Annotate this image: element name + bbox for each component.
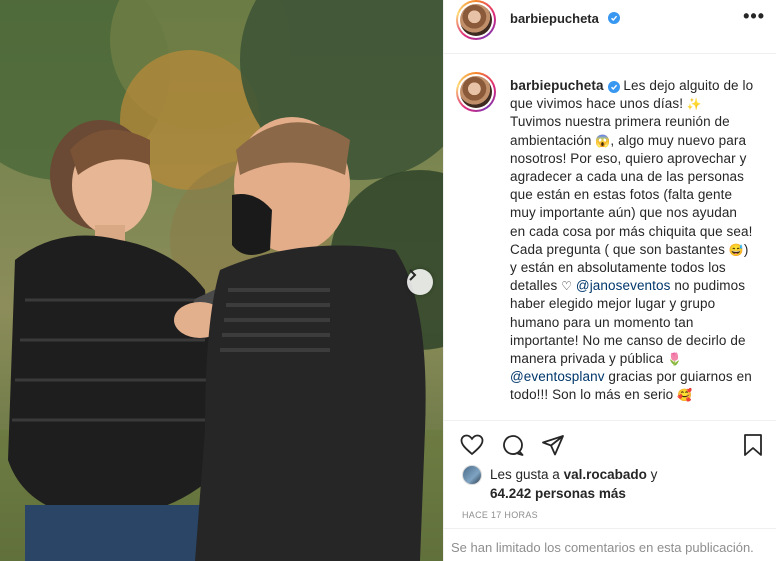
header-username[interactable]: barbiepucheta [510, 11, 599, 26]
likes-count[interactable]: 64.242 personas más [490, 486, 626, 501]
like-button[interactable] [458, 431, 486, 459]
more-options-icon[interactable]: ••• [743, 6, 765, 27]
avatar-image [460, 76, 492, 108]
heart-icon [460, 434, 484, 456]
post-header: barbiepucheta ••• [444, 0, 776, 54]
caption-area: barbiepucheta Les dejo alguito de lo que… [444, 55, 776, 420]
likes-conjunction: y [650, 467, 658, 482]
bookmark-icon [744, 434, 762, 456]
caption-text: , algo muy nuevo para nosotros! Por eso,… [510, 132, 753, 257]
post-side-panel: barbiepucheta ••• barbiepucheta Les dejo… [443, 0, 776, 561]
likes-prefix: Les gusta a [490, 467, 560, 482]
mention-link[interactable]: @janoseventos [576, 278, 671, 293]
chevron-right-icon [409, 269, 417, 281]
photo-illustration [0, 0, 443, 561]
avatar-image [460, 4, 492, 36]
post-actions [444, 420, 776, 468]
liker-username[interactable]: val.rocabado [564, 466, 647, 484]
likes-row: Les gusta a val.rocabado y [462, 465, 762, 485]
sparkles-emoji: ✨ [686, 97, 702, 112]
flower-emoji: 🌷 [667, 352, 683, 367]
liker-avatar[interactable] [462, 465, 482, 485]
avatar-border [458, 74, 494, 110]
mention-link[interactable]: @eventosplanv [510, 369, 605, 384]
sweat-smile-emoji: 😅 [728, 242, 744, 257]
post-caption: barbiepucheta Les dejo alguito de lo que… [510, 77, 754, 405]
scream-emoji: 😱 [595, 133, 611, 148]
smiling-hearts-emoji: 🥰 [677, 388, 693, 403]
caption-avatar[interactable] [456, 72, 496, 112]
share-button[interactable] [539, 431, 567, 459]
comment-button[interactable] [499, 431, 527, 459]
caption-username[interactable]: barbiepucheta [510, 78, 604, 93]
verified-badge-icon [608, 12, 620, 24]
verified-badge-icon [607, 81, 620, 93]
send-icon [542, 435, 564, 456]
likes-count-line: 64.242 personas más [462, 485, 762, 503]
comment-icon [503, 435, 524, 456]
post-timestamp[interactable]: Hace 17 horas [462, 510, 538, 520]
save-button[interactable] [739, 431, 767, 459]
avatar-border [458, 2, 494, 38]
carousel-next-button[interactable] [407, 269, 433, 295]
post-photo[interactable] [0, 0, 443, 561]
instagram-post: barbiepucheta ••• barbiepucheta Les dejo… [0, 0, 776, 561]
profile-avatar[interactable] [456, 0, 496, 40]
heart-emoji: ♡ [561, 279, 573, 294]
likes-summary: Les gusta a val.rocabado y 64.242 person… [462, 465, 762, 503]
comments-limited-notice: Se han limitado los comentarios en esta … [444, 528, 776, 561]
